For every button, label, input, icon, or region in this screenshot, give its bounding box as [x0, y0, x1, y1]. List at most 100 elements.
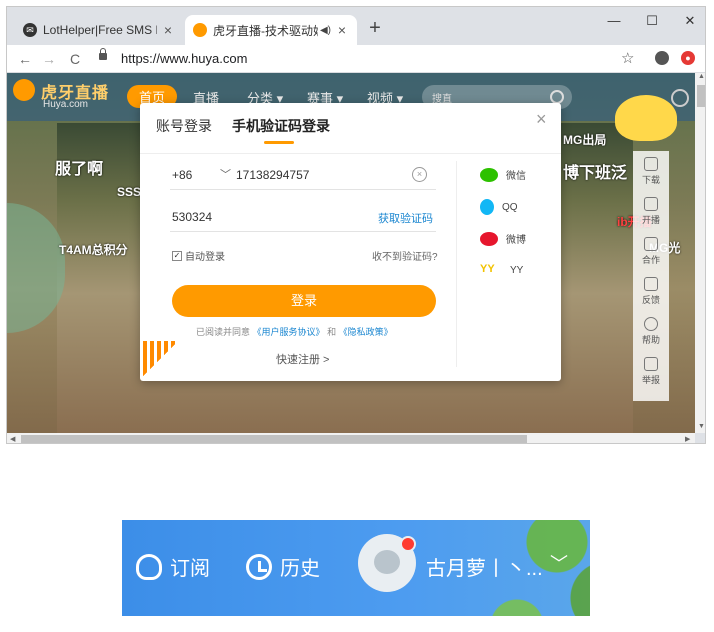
new-tab-button[interactable]: +: [363, 17, 387, 40]
code-field: 530324 获取验证码: [170, 201, 436, 232]
yy-icon: YY: [480, 263, 495, 275]
scroll-up-icon[interactable]: ▲: [698, 73, 705, 80]
heart-icon: [136, 553, 162, 580]
history-button[interactable]: 历史: [246, 552, 320, 581]
site-logo-sub: Huya.com: [43, 99, 89, 110]
login-modal: 账号登录 手机验证码登录 × +86 ﹀ 17138294757 × 53032…: [140, 103, 561, 381]
panel-feedback[interactable]: 反馈: [633, 277, 669, 306]
vertical-scroll-thumb[interactable]: [697, 85, 705, 107]
panel-help[interactable]: 帮助: [633, 317, 669, 346]
chevron-down-icon[interactable]: ﹀: [220, 166, 231, 182]
close-window-button[interactable]: ✕: [675, 11, 705, 31]
clock-icon: [246, 553, 272, 580]
qq-icon: [480, 199, 494, 215]
bookmark-star-icon[interactable]: ☆: [621, 49, 634, 67]
reload-button[interactable]: C: [65, 49, 85, 69]
login-qq[interactable]: QQ: [480, 199, 518, 215]
panel-report[interactable]: 举报: [633, 357, 669, 386]
video-overlay-text: 博下班泛: [563, 165, 628, 182]
huya-logo-icon[interactable]: [13, 79, 35, 101]
mascot-image: [615, 95, 677, 141]
tab-account-login[interactable]: 账号登录: [156, 116, 212, 136]
social-label: 微信: [506, 171, 526, 182]
tab-title: 虎牙直播-技术驱动娱: [213, 23, 318, 38]
social-label: 微博: [506, 235, 526, 246]
tab-close-icon[interactable]: ×: [161, 22, 175, 38]
phone-field: +86 ﹀ 17138294757 ×: [170, 159, 436, 190]
horizontal-scrollbar[interactable]: ◀ ▶: [7, 433, 695, 443]
tab-lothelper[interactable]: ✉ LotHelper|Free SMS Rece ×: [15, 15, 183, 45]
auto-login-label: 自动登录: [185, 252, 225, 263]
quick-register-link[interactable]: 快速注册 >: [276, 351, 329, 367]
extension-icon[interactable]: ●: [681, 51, 695, 65]
panel-download[interactable]: 下载: [633, 157, 669, 186]
weibo-icon: [480, 231, 498, 246]
address-bar[interactable]: https://www.huya.com: [121, 51, 247, 66]
help-icon: [644, 317, 658, 331]
maximize-button[interactable]: ☐: [637, 11, 667, 31]
no-code-link[interactable]: 收不到验证码?: [372, 248, 438, 263]
minimize-button[interactable]: —: [599, 11, 629, 31]
tab-huya[interactable]: 虎牙直播-技术驱动娱 ◀) ×: [185, 15, 357, 45]
heart-icon: [644, 237, 658, 251]
scroll-left-icon[interactable]: ◀: [10, 435, 15, 443]
checkbox-icon[interactable]: ✓: [172, 250, 182, 261]
panel-label: 合作: [641, 255, 660, 265]
panel-cooperate[interactable]: 合作: [633, 237, 669, 266]
subscribe-label: 订阅: [170, 558, 210, 580]
social-label: YY: [510, 264, 524, 276]
history-label: 历史: [280, 558, 320, 580]
header-user-bar-crop: 订阅 历史 古月萝丨丶... ﹀: [122, 520, 590, 616]
back-button[interactable]: ←: [15, 49, 35, 69]
clear-input-icon[interactable]: ×: [412, 167, 427, 182]
report-icon: [644, 357, 658, 371]
login-weibo[interactable]: 微博: [480, 231, 526, 246]
panel-broadcast[interactable]: 开播: [633, 197, 669, 226]
tab-title: LotHelper|Free SMS Rece: [43, 23, 157, 37]
scroll-right-icon[interactable]: ▶: [685, 435, 690, 443]
phone-input[interactable]: 17138294757: [236, 168, 309, 182]
video-overlay-text: SSS: [117, 185, 142, 199]
social-label: QQ: [502, 201, 518, 213]
panel-label: 举报: [641, 375, 660, 385]
agreement-text: 已阅读并同意 《用户服务协议》 和 《隐私政策》: [196, 325, 393, 338]
browser-window: ✉ LotHelper|Free SMS Rece × 虎牙直播-技术驱动娱 ◀…: [6, 6, 706, 444]
auto-login-checkbox[interactable]: ✓ 自动登录: [172, 248, 225, 263]
tab-phone-login[interactable]: 手机验证码登录: [232, 116, 330, 136]
verification-code-input[interactable]: 530324: [172, 210, 212, 224]
country-code-select[interactable]: +86: [172, 168, 192, 182]
username[interactable]: 古月萝丨丶...: [426, 552, 543, 581]
chevron-down-icon[interactable]: ﹀: [550, 550, 568, 576]
login-yy[interactable]: YY YY: [480, 263, 523, 277]
login-wechat[interactable]: 微信: [480, 167, 526, 182]
lock-icon[interactable]: [99, 48, 107, 60]
feedback-icon: [644, 277, 658, 291]
forward-button[interactable]: →: [39, 49, 59, 69]
modal-divider: [140, 153, 561, 154]
wechat-icon: [480, 167, 498, 182]
tab-close-icon[interactable]: ×: [335, 22, 349, 38]
video-overlay-text: T4AM总积分: [59, 243, 128, 257]
qrcode-login-icon[interactable]: [143, 341, 177, 377]
account-icon[interactable]: [655, 51, 669, 65]
get-code-link[interactable]: 获取验证码: [378, 210, 433, 226]
history-clock-icon[interactable]: [671, 89, 689, 107]
login-button[interactable]: 登录: [172, 285, 436, 317]
qrcode-icon: [644, 157, 658, 171]
agree-and: 和: [327, 327, 337, 337]
privacy-link[interactable]: 《隐私政策》: [339, 327, 393, 337]
video-overlay-text: 服了啊: [55, 161, 104, 178]
terms-link[interactable]: 《用户服务协议》: [253, 327, 325, 337]
modal-vertical-divider: [456, 161, 457, 367]
search-icon[interactable]: [550, 90, 564, 104]
panel-label: 帮助: [641, 335, 660, 345]
modal-close-icon[interactable]: ×: [536, 109, 547, 130]
speaker-icon[interactable]: ◀): [320, 25, 331, 36]
scroll-down-icon[interactable]: ▼: [698, 423, 705, 430]
subscribe-button[interactable]: 订阅: [136, 552, 210, 581]
vertical-scrollbar[interactable]: ▲ ▼: [695, 73, 705, 433]
agree-prefix: 已阅读并同意: [196, 327, 251, 337]
right-floating-panel: 下载 开播 合作 反馈 帮助 举报: [633, 151, 669, 401]
video-overlay-text: MG出局: [563, 133, 607, 147]
horizontal-scroll-thumb[interactable]: [21, 435, 527, 443]
